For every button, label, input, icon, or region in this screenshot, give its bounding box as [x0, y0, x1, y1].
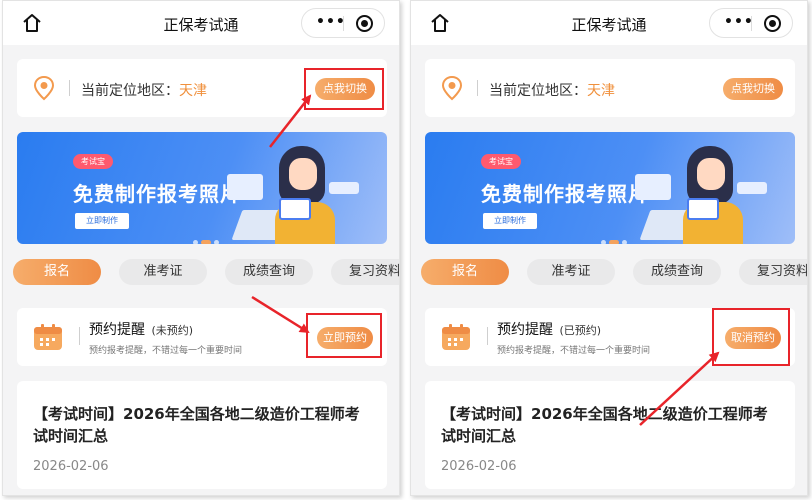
category-tabs: 报名 准考证 成绩查询 复习资料 — [421, 259, 807, 285]
banner-title: 免费制作报考照片 — [481, 182, 649, 206]
banner-illustration-card — [737, 182, 767, 194]
phone-after: 正保考试通 ••• 当前定位地区：天津 点我切换 考试宝 免费制作报考照片 立即… — [410, 0, 808, 496]
tab-score-query[interactable]: 成绩查询 — [633, 259, 721, 285]
highlight-box — [306, 313, 382, 358]
banner-title: 免费制作报考照片 — [73, 182, 241, 206]
divider — [79, 327, 80, 345]
capsule-divider — [751, 16, 752, 31]
capsule-divider — [343, 16, 344, 31]
tab-study-materials[interactable]: 复习资料 — [331, 259, 399, 285]
reminder-title-text: 预约提醒 — [89, 322, 145, 338]
location-label: 当前定位地区：天津 — [489, 80, 615, 100]
target-icon[interactable] — [764, 15, 781, 32]
promo-banner[interactable]: 考试宝 免费制作报考照片 立即制作 — [425, 132, 795, 244]
location-label: 当前定位地区：天津 — [81, 80, 207, 100]
highlight-box — [304, 68, 384, 110]
calendar-icon — [34, 324, 62, 350]
tab-registration[interactable]: 报名 — [13, 259, 101, 285]
article-title[interactable]: 【考试时间】2026年全国各地二级造价工程师考试时间汇总 — [441, 403, 781, 447]
article-title[interactable]: 【考试时间】2026年全国各地二级造价工程师考试时间汇总 — [33, 403, 373, 447]
tab-registration[interactable]: 报名 — [421, 259, 509, 285]
banner-illustration-card — [227, 174, 263, 200]
calendar-icon — [442, 324, 470, 350]
banner-make-button[interactable]: 立即制作 — [75, 213, 129, 229]
nav-bar: 正保考试通 ••• — [411, 1, 807, 45]
reminder-status: (未预约) — [151, 324, 194, 337]
banner-tag: 考试宝 — [73, 154, 113, 169]
location-card: 当前定位地区：天津 点我切换 — [425, 59, 795, 117]
article-card[interactable]: 【考试时间】2026年全国各地二级造价工程师考试时间汇总 2026-02-06 — [17, 381, 387, 489]
banner-tag: 考试宝 — [481, 154, 521, 169]
mini-program-capsule: ••• — [709, 8, 793, 38]
location-city: 天津 — [179, 83, 207, 99]
more-dots-icon[interactable]: ••• — [724, 14, 754, 30]
reminder-subtitle: 预约报考提醒，不错过每一个重要时间 — [89, 346, 243, 356]
carousel-indicator — [601, 230, 630, 244]
location-label-text: 当前定位地区： — [81, 83, 179, 99]
tab-admission-ticket[interactable]: 准考证 — [527, 259, 615, 285]
reminder-title-text: 预约提醒 — [497, 322, 553, 338]
article-date: 2026-02-06 — [441, 459, 517, 474]
banner-photo-illustration — [687, 198, 719, 220]
reminder-title: 预约提醒 (已预约) — [497, 319, 601, 339]
mini-program-capsule: ••• — [301, 8, 385, 38]
promo-banner[interactable]: 考试宝 免费制作报考照片 立即制作 — [17, 132, 387, 244]
target-icon[interactable] — [356, 15, 373, 32]
divider — [487, 327, 488, 345]
banner-person-face — [289, 158, 317, 190]
article-card[interactable]: 【考试时间】2026年全国各地二级造价工程师考试时间汇总 2026-02-06 — [425, 381, 795, 489]
banner-illustration-card — [635, 174, 671, 200]
divider — [69, 80, 70, 96]
highlight-box — [712, 308, 790, 366]
location-city: 天津 — [587, 83, 615, 99]
more-dots-icon[interactable]: ••• — [316, 14, 346, 30]
tab-study-materials[interactable]: 复习资料 — [739, 259, 807, 285]
carousel-indicator — [193, 230, 222, 244]
article-date: 2026-02-06 — [33, 459, 109, 474]
location-label-text: 当前定位地区： — [489, 83, 587, 99]
banner-illustration-card — [329, 182, 359, 194]
tab-score-query[interactable]: 成绩查询 — [225, 259, 313, 285]
nav-bar: 正保考试通 ••• — [3, 1, 399, 45]
tab-admission-ticket[interactable]: 准考证 — [119, 259, 207, 285]
reminder-title: 预约提醒 (未预约) — [89, 319, 193, 339]
location-pin-icon — [33, 75, 55, 101]
banner-person-face — [697, 158, 725, 190]
reminder-subtitle: 预约报考提醒，不错过每一个重要时间 — [497, 346, 651, 356]
banner-photo-illustration — [279, 198, 311, 220]
switch-location-button[interactable]: 点我切换 — [723, 78, 783, 100]
divider — [477, 80, 478, 96]
reminder-status: (已预约) — [559, 324, 602, 337]
category-tabs: 报名 准考证 成绩查询 复习资料 — [13, 259, 399, 285]
banner-make-button[interactable]: 立即制作 — [483, 213, 537, 229]
location-pin-icon — [441, 75, 463, 101]
